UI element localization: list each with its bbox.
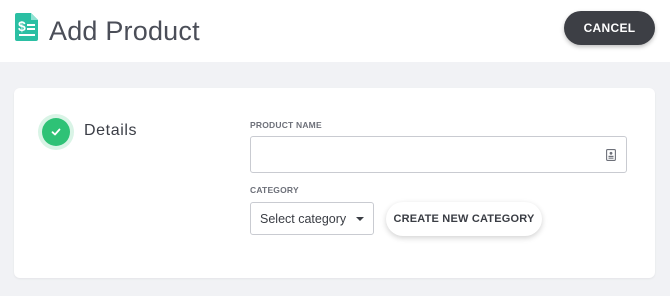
product-name-field-wrapper bbox=[250, 136, 627, 173]
caret-down-icon bbox=[356, 217, 364, 221]
cancel-button[interactable]: CANCEL bbox=[564, 11, 655, 45]
invoice-dollar-icon: $ bbox=[15, 13, 38, 41]
product-name-input[interactable] bbox=[251, 137, 626, 172]
check-icon bbox=[51, 128, 61, 136]
step-complete-indicator bbox=[42, 118, 70, 146]
svg-text:$: $ bbox=[18, 18, 26, 34]
product-name-label: PRODUCT NAME bbox=[250, 120, 322, 130]
page-title: Add Product bbox=[49, 16, 200, 46]
category-select[interactable]: Select category bbox=[250, 202, 374, 235]
page-header: $ Add Product CANCEL bbox=[0, 0, 670, 62]
create-new-category-button[interactable]: CREATE NEW CATEGORY bbox=[386, 202, 542, 236]
contact-card-icon[interactable] bbox=[606, 149, 616, 161]
category-label: CATEGORY bbox=[250, 185, 299, 195]
category-selected-value: Select category bbox=[260, 212, 347, 226]
step-label-details: Details bbox=[84, 122, 138, 139]
details-card: Details PRODUCT NAME CATEGORY Select cat… bbox=[14, 88, 655, 278]
